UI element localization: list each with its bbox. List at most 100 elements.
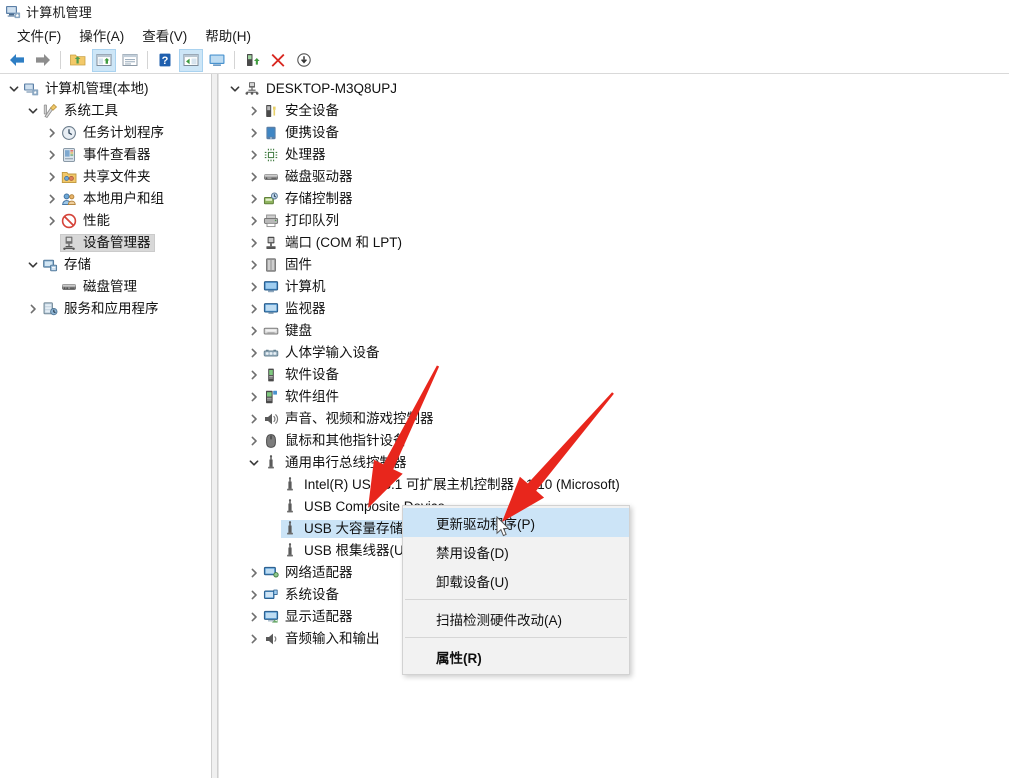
sidebar-item[interactable]: 存储 [0, 254, 211, 276]
sidebar-item[interactable]: 服务和应用程序 [0, 298, 211, 320]
forward-arrow-icon[interactable] [31, 49, 55, 72]
pane-splitter[interactable] [211, 74, 218, 778]
up-folder-icon[interactable] [66, 49, 90, 72]
context-menu-item[interactable]: 禁用设备(D) [403, 537, 629, 566]
device-tree-item[interactable]: 计算机 [219, 276, 1009, 298]
device-tree-item-label: DESKTOP-M3Q8UPJ [266, 81, 398, 96]
device-tree-item[interactable]: Intel(R) USB 3.1 可扩展主机控制器 - 1.10 (Micros… [219, 474, 1009, 496]
sidebar-item[interactable]: 系统工具 [0, 100, 211, 122]
device-tree-item[interactable]: 键盘 [219, 320, 1009, 342]
chevron-right-icon[interactable] [246, 169, 262, 185]
device-tree-item-label: USB 根集线器(U [304, 543, 404, 558]
chevron-down-icon[interactable] [246, 455, 262, 471]
menu-help[interactable]: 帮助(H) [196, 23, 260, 47]
sidebar-item-label: 计算机管理(本地) [45, 81, 149, 96]
device-tree-item[interactable]: 软件组件 [219, 386, 1009, 408]
chevron-right-icon[interactable] [246, 125, 262, 141]
security-device-icon [263, 103, 279, 119]
device-tree-item[interactable]: DESKTOP-M3Q8UPJ [219, 78, 1009, 100]
chevron-right-icon[interactable] [246, 257, 262, 273]
chevron-right-icon[interactable] [44, 169, 60, 185]
sidebar-item[interactable]: 任务计划程序 [0, 122, 211, 144]
device-tree-item[interactable]: 软件设备 [219, 364, 1009, 386]
sidebar-item-label: 事件查看器 [83, 147, 151, 162]
chevron-right-icon[interactable] [246, 587, 262, 603]
device-tree-item[interactable]: 通用串行总线控制器 [219, 452, 1009, 474]
menu-view[interactable]: 查看(V) [133, 23, 196, 47]
device-tree-item-label: 打印队列 [285, 213, 339, 228]
console-tree-pane[interactable]: 计算机管理(本地) 系统工具 任务计划程序事件查看器共享文件夹本地用户和组性能 设备管… [0, 74, 211, 778]
help-icon[interactable]: ? [153, 49, 177, 72]
chevron-right-icon[interactable] [246, 433, 262, 449]
show-hide-console-tree-icon[interactable] [92, 48, 116, 72]
update-driver-icon[interactable] [240, 49, 264, 72]
sidebar-item-label: 服务和应用程序 [64, 301, 159, 316]
chevron-right-icon[interactable] [25, 301, 41, 317]
sidebar-item[interactable]: 设备管理器 [0, 232, 211, 254]
chevron-down-icon[interactable] [25, 103, 41, 119]
menu-file[interactable]: 文件(F) [8, 23, 70, 47]
chevron-right-icon[interactable] [44, 191, 60, 207]
device-tree-item[interactable]: 处理器 [219, 144, 1009, 166]
context-menu-item[interactable]: 扫描检测硬件改动(A) [403, 604, 629, 633]
device-tree-item[interactable]: 监视器 [219, 298, 1009, 320]
context-menu-item[interactable]: 更新驱动程序(P) [403, 508, 629, 537]
chevron-right-icon[interactable] [246, 345, 262, 361]
console-window-icon[interactable] [205, 49, 229, 72]
chevron-right-icon[interactable] [246, 389, 262, 405]
system-device-icon [263, 587, 279, 603]
back-arrow-icon[interactable] [5, 49, 29, 72]
properties-window-icon[interactable] [118, 49, 142, 72]
menu-action[interactable]: 操作(A) [70, 23, 133, 47]
chevron-right-icon[interactable] [44, 213, 60, 229]
sidebar-item[interactable]: 本地用户和组 [0, 188, 211, 210]
chevron-down-icon[interactable] [25, 257, 41, 273]
menu-bar: 文件(F) 操作(A) 查看(V) 帮助(H) [0, 23, 1009, 47]
chevron-right-icon[interactable] [246, 301, 262, 317]
chevron-right-icon[interactable] [246, 213, 262, 229]
chevron-right-icon[interactable] [246, 411, 262, 427]
sidebar-item-label: 本地用户和组 [83, 191, 164, 206]
chevron-right-icon[interactable] [246, 235, 262, 251]
device-tree-item[interactable]: 声音、视频和游戏控制器 [219, 408, 1009, 430]
chevron-right-icon[interactable] [246, 609, 262, 625]
device-tree-item[interactable]: 磁盘驱动器 [219, 166, 1009, 188]
device-tree-item[interactable]: 安全设备 [219, 100, 1009, 122]
chevron-down-icon[interactable] [6, 81, 22, 97]
sidebar-item[interactable]: 磁盘管理 [0, 276, 211, 298]
device-tree-item-label: 固件 [285, 257, 312, 272]
device-tree-item-label: 软件设备 [285, 367, 339, 382]
sound-video-game-icon [263, 411, 279, 427]
chevron-right-icon[interactable] [246, 631, 262, 647]
context-menu-item[interactable]: 卸载设备(U) [403, 566, 629, 595]
chevron-right-icon[interactable] [246, 323, 262, 339]
chevron-right-icon[interactable] [246, 279, 262, 295]
device-tree-item[interactable]: 人体学输入设备 [219, 342, 1009, 364]
context-menu[interactable]: 更新驱动程序(P) 禁用设备(D) 卸载设备(U) 扫描检测硬件改动(A) 属性(R) [402, 505, 630, 675]
chevron-right-icon[interactable] [246, 103, 262, 119]
device-tree-item[interactable]: 固件 [219, 254, 1009, 276]
uninstall-device-icon[interactable] [266, 49, 290, 72]
chevron-right-icon[interactable] [246, 147, 262, 163]
sidebar-item[interactable]: 计算机管理(本地) [0, 78, 211, 100]
sidebar-item[interactable]: 共享文件夹 [0, 166, 211, 188]
event-viewer-icon [61, 147, 77, 163]
refresh-view-icon[interactable] [179, 48, 203, 72]
chevron-right-icon[interactable] [44, 125, 60, 141]
device-tree-item[interactable]: 打印队列 [219, 210, 1009, 232]
chevron-right-icon[interactable] [246, 191, 262, 207]
title-bar: 计算机管理 [0, 0, 1009, 23]
device-tree-item[interactable]: 端口 (COM 和 LPT) [219, 232, 1009, 254]
context-menu-item[interactable]: 属性(R) [403, 642, 629, 671]
chevron-right-icon[interactable] [246, 565, 262, 581]
scan-hardware-changes-icon[interactable] [292, 49, 316, 72]
chevron-right-icon[interactable] [44, 147, 60, 163]
sidebar-item[interactable]: 性能 [0, 210, 211, 232]
sidebar-item[interactable]: 事件查看器 [0, 144, 211, 166]
device-tree-item[interactable]: 便携设备 [219, 122, 1009, 144]
firmware-icon [263, 257, 279, 273]
device-tree-item[interactable]: 鼠标和其他指针设备 [219, 430, 1009, 452]
device-tree-item[interactable]: 存储控制器 [219, 188, 1009, 210]
chevron-down-icon[interactable] [227, 81, 243, 97]
chevron-right-icon[interactable] [246, 367, 262, 383]
